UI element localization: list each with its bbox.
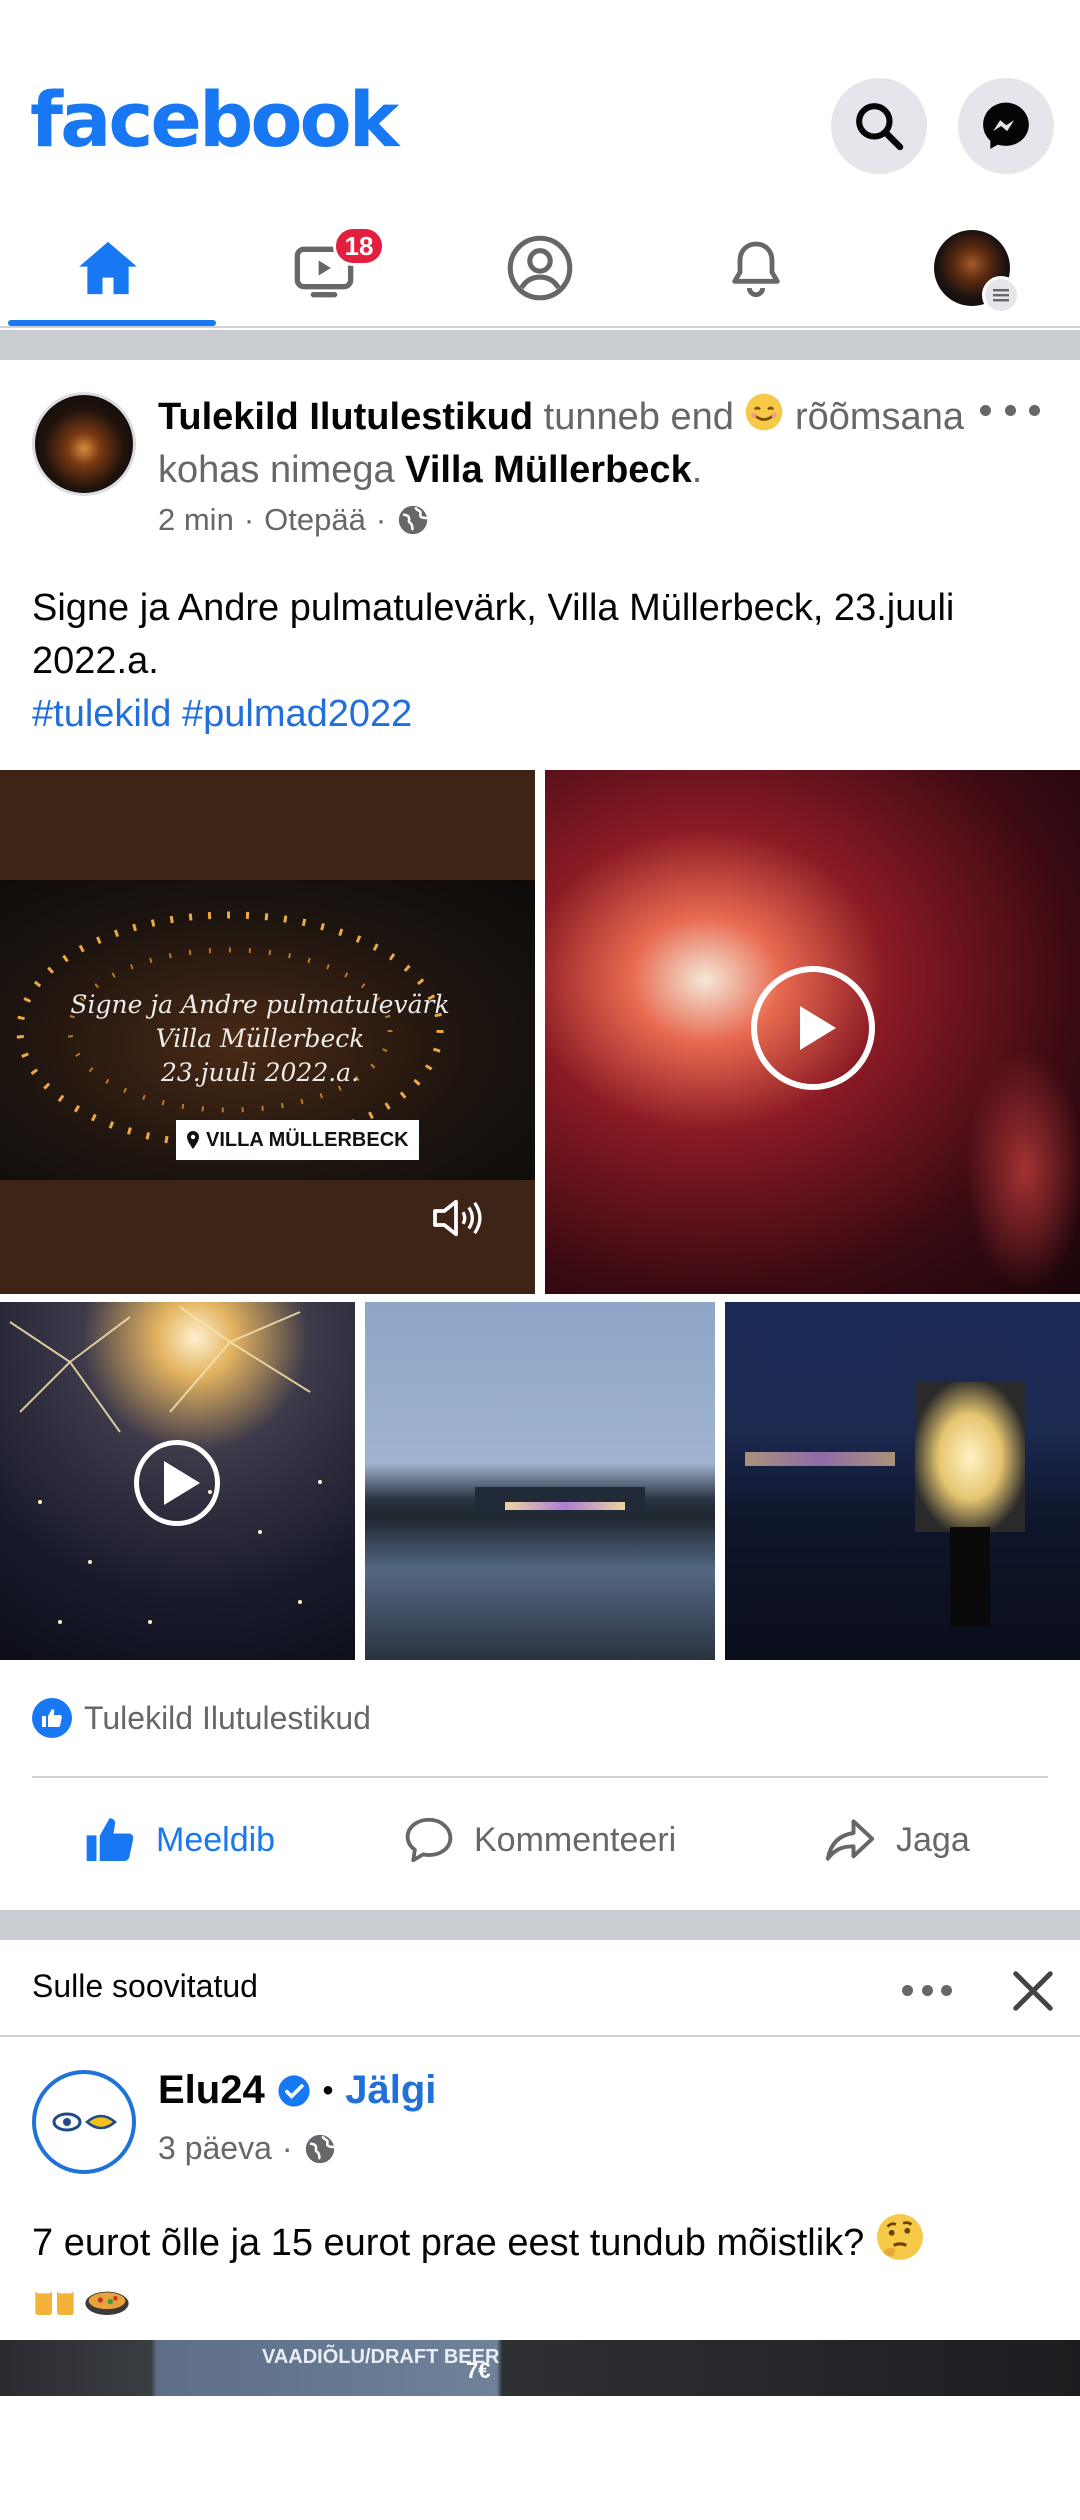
profile-icon [507, 235, 573, 301]
like-button[interactable]: Meeldib [82, 1800, 275, 1880]
facebook-logo[interactable]: facebook [30, 82, 399, 158]
search-button[interactable] [831, 78, 927, 174]
share-icon [825, 1819, 875, 1861]
place-link[interactable]: Villa Müllerbeck [405, 449, 692, 491]
video-thumbnail-1[interactable]: Signe ja Andre pulmatulevärk Villa Mülle… [0, 770, 535, 1294]
smiling-face-icon [744, 392, 784, 445]
hashtag-tulekild[interactable]: #tulekild [32, 693, 171, 735]
tab-home[interactable] [0, 210, 216, 326]
tab-menu[interactable] [864, 210, 1080, 326]
elu24-name[interactable]: Elu24 [158, 2068, 265, 2113]
feed-divider [0, 1910, 1080, 1940]
follow-button[interactable]: Jälgi [345, 2068, 436, 2113]
thinking-face-icon [875, 2212, 925, 2278]
elu24-header: Elu24 • Jälgi [158, 2068, 437, 2113]
close-icon[interactable] [1010, 1968, 1056, 2014]
play-button[interactable] [134, 1440, 220, 1526]
tab-profile[interactable] [432, 210, 648, 326]
verified-icon [278, 2074, 310, 2107]
tab-bar: 18 [0, 210, 1080, 328]
hashtag-pulmad2022[interactable]: #pulmad2022 [182, 693, 412, 735]
like-reaction-icon [32, 1698, 72, 1738]
top-app-bar: facebook [0, 0, 1080, 200]
reaction-summary[interactable]: Tulekild Ilutulestikud [32, 1698, 371, 1738]
suggested-post-time[interactable]: 3 päeva [158, 2130, 272, 2167]
feed-divider [0, 330, 1080, 360]
globe-icon [305, 2134, 335, 2163]
photo-villa-lake[interactable] [365, 1302, 715, 1660]
actions-separator [32, 1776, 1048, 1778]
post-time[interactable]: 2 min [158, 502, 234, 538]
post-location[interactable]: Otepää [264, 502, 366, 538]
messenger-button[interactable] [958, 78, 1054, 174]
location-pin-icon [187, 1131, 199, 1149]
video-overlay-text: Signe ja Andre pulmatulevärk Villa Mülle… [70, 990, 450, 1087]
share-button[interactable]: Jaga [822, 1800, 970, 1880]
post-text: Signe ja Andre pulmatulevärk, Villa Müll… [32, 587, 955, 735]
menu-icon [982, 276, 1020, 314]
elu24-meta: 3 päeva · [158, 2130, 337, 2167]
post-header: Tulekild Ilutulestikud tunneb end rõõmsa… [158, 392, 978, 495]
speaker-icon[interactable] [428, 1190, 484, 1246]
home-icon [79, 241, 137, 295]
profile-avatar [934, 230, 1020, 314]
comment-icon [405, 1817, 453, 1863]
play-button[interactable] [751, 966, 875, 1090]
suggested-separator [0, 2035, 1080, 2037]
elu24-avatar[interactable] [32, 2070, 136, 2174]
tab-notifications[interactable] [648, 210, 864, 326]
suggested-post-text: 7 eurot õlle ja 15 eurot prae eest tundu… [32, 2212, 1052, 2336]
thumbs-up-icon [86, 1818, 134, 1861]
comment-button[interactable]: Kommenteeri [402, 1800, 676, 1880]
beer-mugs-icon [32, 2280, 82, 2336]
page-name[interactable]: Tulekild Ilutulestikud [158, 396, 533, 438]
notification-badge: 18 [333, 226, 385, 266]
globe-icon [399, 505, 429, 535]
food-pan-icon [82, 2280, 132, 2336]
messenger-icon [983, 102, 1029, 149]
page-avatar[interactable] [32, 392, 136, 496]
video-thumbnail-2[interactable] [545, 770, 1080, 1294]
post-more-button[interactable] [980, 390, 1040, 430]
elu24-logo-icon [52, 2112, 117, 2132]
suggested-more-button[interactable] [902, 1970, 952, 2010]
photo-lantern[interactable] [725, 1302, 1080, 1660]
search-icon [856, 103, 904, 151]
video-thumbnail-3[interactable] [0, 1302, 355, 1660]
suggested-post-image[interactable]: VAADIÕLU/DRAFT BEER 7€ [0, 2340, 1080, 2396]
suggested-heading: Sulle soovitatud [32, 1968, 258, 2004]
tab-watch[interactable]: 18 [216, 210, 432, 326]
post-meta: 2 min · Otepää · [158, 502, 430, 538]
location-sticker: VILLA MÜLLERBECK [176, 1120, 419, 1160]
bell-icon [732, 241, 780, 298]
